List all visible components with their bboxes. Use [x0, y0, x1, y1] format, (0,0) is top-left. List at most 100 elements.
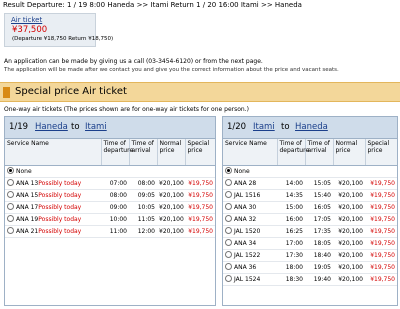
application-subnote: The application will be made after we co… — [4, 67, 339, 73]
return-to-link[interactable]: Haneda — [295, 122, 328, 132]
flight-option[interactable]: ANA 32 — [223, 213, 277, 226]
normal-price: ¥20,100 — [157, 189, 185, 202]
normal-price: ¥20,100 — [157, 213, 185, 226]
return-to-word: to — [281, 122, 290, 132]
flight-option[interactable]: ANA 13Possibly today — [5, 177, 101, 190]
table-row: ANA 36 18:00 19:05 ¥20,100 ¥19,750 — [223, 261, 397, 274]
availability-note: Possibly today — [38, 179, 82, 187]
arrival-time: 15:40 — [305, 189, 333, 202]
radio-icon[interactable] — [225, 190, 232, 198]
radio-icon[interactable] — [225, 274, 232, 282]
radio-icon[interactable] — [225, 262, 232, 270]
normal-price: ¥20,100 — [157, 225, 185, 238]
air-ticket-link[interactable]: Air ticket — [11, 16, 42, 24]
normal-price: ¥20,100 — [333, 237, 365, 250]
radio-selected-icon[interactable] — [7, 166, 14, 174]
arrival-time: 08:00 — [129, 177, 157, 190]
radio-icon[interactable] — [7, 190, 14, 198]
radio-icon[interactable] — [225, 202, 232, 210]
none-option[interactable]: None — [223, 165, 397, 178]
departure-time: 16:25 — [277, 225, 305, 238]
flight-option[interactable]: JAL 1516 — [223, 189, 277, 202]
flight-number: ANA 19 — [16, 215, 39, 223]
table-row: ANA 17Possibly today 09:00 10:05 ¥20,100… — [5, 201, 215, 214]
flight-option[interactable]: JAL 1520 — [223, 225, 277, 238]
special-price: ¥19,750 — [185, 225, 215, 238]
flight-number: ANA 21 — [16, 227, 39, 235]
table-row: JAL 1520 16:25 17:35 ¥20,100 ¥19,750 — [223, 225, 397, 238]
return-panel: 1/20 Itami to Haneda Service Name Time o… — [222, 116, 398, 306]
arrival-time: 12:00 — [129, 225, 157, 238]
special-price: ¥19,750 — [365, 177, 397, 190]
radio-icon[interactable] — [7, 178, 14, 186]
flight-option[interactable]: ANA 21Possibly today — [5, 225, 101, 238]
none-option[interactable]: None — [5, 165, 215, 178]
departure-to-word: to — [71, 122, 80, 132]
departure-time: 08:00 — [101, 189, 129, 202]
special-price: ¥19,750 — [365, 213, 397, 226]
price-detail: (Departure ¥18,750 Return ¥18,750) — [12, 36, 114, 42]
radio-icon[interactable] — [7, 202, 14, 210]
none-label: None — [234, 167, 250, 175]
table-row: JAL 1522 17:30 18:40 ¥20,100 ¥19,750 — [223, 249, 397, 262]
flight-number: ANA 28 — [234, 179, 257, 187]
section-title: Special price Air ticket — [15, 86, 127, 97]
arrival-time: 09:05 — [129, 189, 157, 202]
radio-selected-icon[interactable] — [225, 166, 232, 174]
arrival-time: 18:40 — [305, 249, 333, 262]
section-banner: Special price Air ticket — [0, 82, 400, 102]
table-row: ANA 34 17:00 18:05 ¥20,100 ¥19,750 — [223, 237, 397, 250]
table-row: ANA 13Possibly today 07:00 08:00 ¥20,100… — [5, 177, 215, 190]
flight-number: ANA 32 — [234, 215, 257, 223]
radio-icon[interactable] — [225, 226, 232, 234]
flight-number: ANA 15 — [16, 191, 39, 199]
normal-price: ¥20,100 — [157, 201, 185, 214]
flight-option[interactable]: ANA 28 — [223, 177, 277, 190]
normal-price: ¥20,100 — [333, 261, 365, 274]
departure-to-link[interactable]: Itami — [85, 122, 107, 132]
arrival-time: 15:05 — [305, 177, 333, 190]
result-text: Departure: 1 / 19 8:00 Haneda >> Itami R… — [26, 1, 302, 9]
application-note: An application can be made by giving us … — [4, 58, 263, 65]
radio-icon[interactable] — [225, 178, 232, 186]
flight-option[interactable]: ANA 30 — [223, 201, 277, 214]
arrival-time: 16:05 — [305, 201, 333, 214]
flight-number: JAL 1520 — [234, 227, 261, 235]
normal-price: ¥20,100 — [333, 213, 365, 226]
flight-option[interactable]: ANA 19Possibly today — [5, 213, 101, 226]
radio-icon[interactable] — [225, 238, 232, 246]
special-price: ¥19,750 — [185, 201, 215, 214]
flight-option[interactable]: ANA 17Possibly today — [5, 201, 101, 214]
special-price: ¥19,750 — [365, 237, 397, 250]
flight-option[interactable]: JAL 1524 — [223, 273, 277, 286]
radio-icon[interactable] — [7, 214, 14, 222]
departure-from-link[interactable]: Haneda — [35, 122, 68, 132]
special-price: ¥19,750 — [185, 189, 215, 202]
flight-number: JAL 1516 — [234, 191, 261, 199]
special-price: ¥19,750 — [365, 225, 397, 238]
normal-price: ¥20,100 — [157, 177, 185, 190]
availability-note: Possibly today — [38, 203, 82, 211]
special-price: ¥19,750 — [365, 201, 397, 214]
radio-icon[interactable] — [225, 250, 232, 258]
departure-panel-header: 1/19 Haneda to Itami — [5, 117, 215, 139]
special-price: ¥19,750 — [365, 189, 397, 202]
header-arrival: Time of arrival — [304, 139, 333, 166]
return-table: Service Name Time of departure Time of a… — [223, 139, 397, 286]
header-normal-price: Normal price — [156, 139, 185, 166]
flight-option[interactable]: ANA 34 — [223, 237, 277, 250]
table-row: ANA 30 15:00 16:05 ¥20,100 ¥19,750 — [223, 201, 397, 214]
departure-time: 17:00 — [277, 237, 305, 250]
radio-icon[interactable] — [225, 214, 232, 222]
flight-option[interactable]: ANA 15Possibly today — [5, 189, 101, 202]
return-from-link[interactable]: Itami — [253, 122, 275, 132]
header-service: Service Name — [223, 139, 277, 166]
flight-option[interactable]: JAL 1522 — [223, 249, 277, 262]
departure-time: 10:00 — [101, 213, 129, 226]
flight-option[interactable]: ANA 36 — [223, 261, 277, 274]
normal-price: ¥20,100 — [333, 273, 365, 286]
radio-icon[interactable] — [7, 226, 14, 234]
header-arrival: Time of arrival — [128, 139, 157, 166]
table-row: ANA 15Possibly today 08:00 09:05 ¥20,100… — [5, 189, 215, 202]
arrival-time: 19:05 — [305, 261, 333, 274]
